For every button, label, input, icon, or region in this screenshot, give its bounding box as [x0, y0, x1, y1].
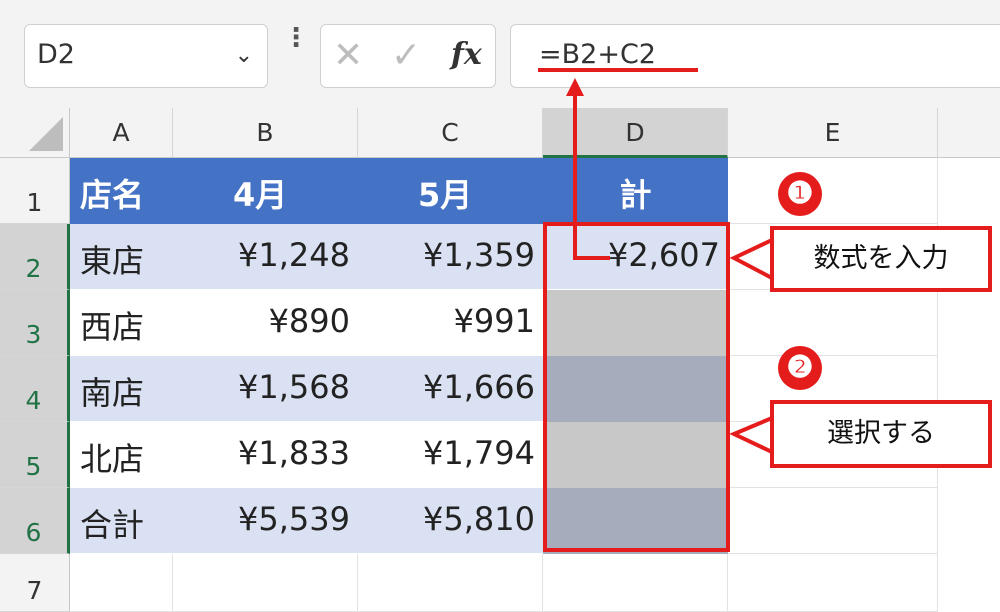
callout1-pointer	[729, 236, 774, 282]
callout-enter-formula: 数式を入力	[770, 226, 992, 292]
annotation-arrows	[566, 78, 774, 456]
callout2-pointer	[729, 414, 774, 456]
step2-badge: ❷	[778, 346, 822, 390]
callout-select-text: 選択する	[827, 418, 935, 449]
callout-enter-formula-text: 数式を入力	[813, 243, 949, 274]
formula-arrow-line	[573, 88, 610, 260]
callout-select: 選択する	[770, 400, 992, 468]
formula-arrow-head	[566, 78, 584, 96]
step1-badge: ❶	[778, 172, 822, 216]
